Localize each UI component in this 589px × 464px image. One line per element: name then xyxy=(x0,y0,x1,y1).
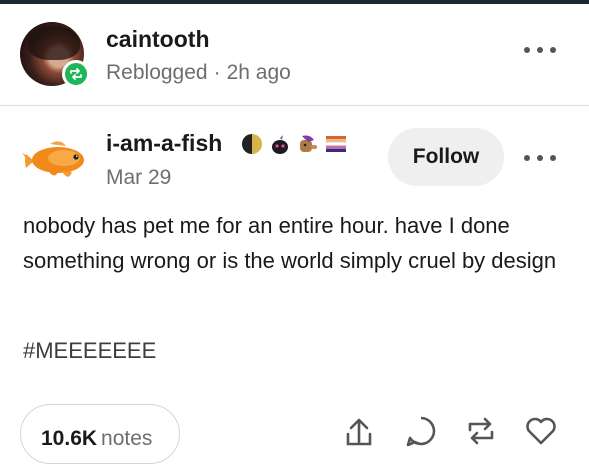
notes-label: notes xyxy=(101,427,153,450)
flag-badge-icon xyxy=(325,136,347,152)
reblogger-avatar[interactable] xyxy=(20,22,90,90)
post-body-text: nobody has pet me for an entire hour. ha… xyxy=(23,213,557,273)
reblog-meta: Reblogged · 2h ago xyxy=(106,61,291,85)
reblog-more-options-icon[interactable] xyxy=(524,40,556,60)
reblog-badge-icon xyxy=(62,60,90,88)
reblog-action-label: Reblogged xyxy=(106,61,208,84)
post-more-options-icon[interactable] xyxy=(524,148,556,168)
post-date: Mar 29 xyxy=(106,166,172,189)
header-divider xyxy=(0,105,589,106)
top-status-bar xyxy=(0,0,589,4)
notes-count: 10.6K xyxy=(41,427,98,450)
moon-badge-icon xyxy=(242,134,262,154)
goldfish-icon xyxy=(22,141,84,177)
post-tag[interactable]: #MEEEEEEE xyxy=(23,338,156,364)
author-badges xyxy=(240,131,348,157)
meta-separator: · xyxy=(213,61,221,84)
post-author-name[interactable]: i-am-a-fish xyxy=(106,130,222,157)
ghost-badge-icon xyxy=(272,135,288,154)
notes-button[interactable]: 10.6K notes xyxy=(20,404,180,464)
follow-button[interactable]: Follow xyxy=(388,128,504,186)
author-avatar[interactable] xyxy=(20,130,90,190)
reblog-time: 2h ago xyxy=(226,61,291,84)
reblogger-username[interactable]: caintooth xyxy=(106,26,210,53)
pony-badge-icon xyxy=(300,135,317,152)
